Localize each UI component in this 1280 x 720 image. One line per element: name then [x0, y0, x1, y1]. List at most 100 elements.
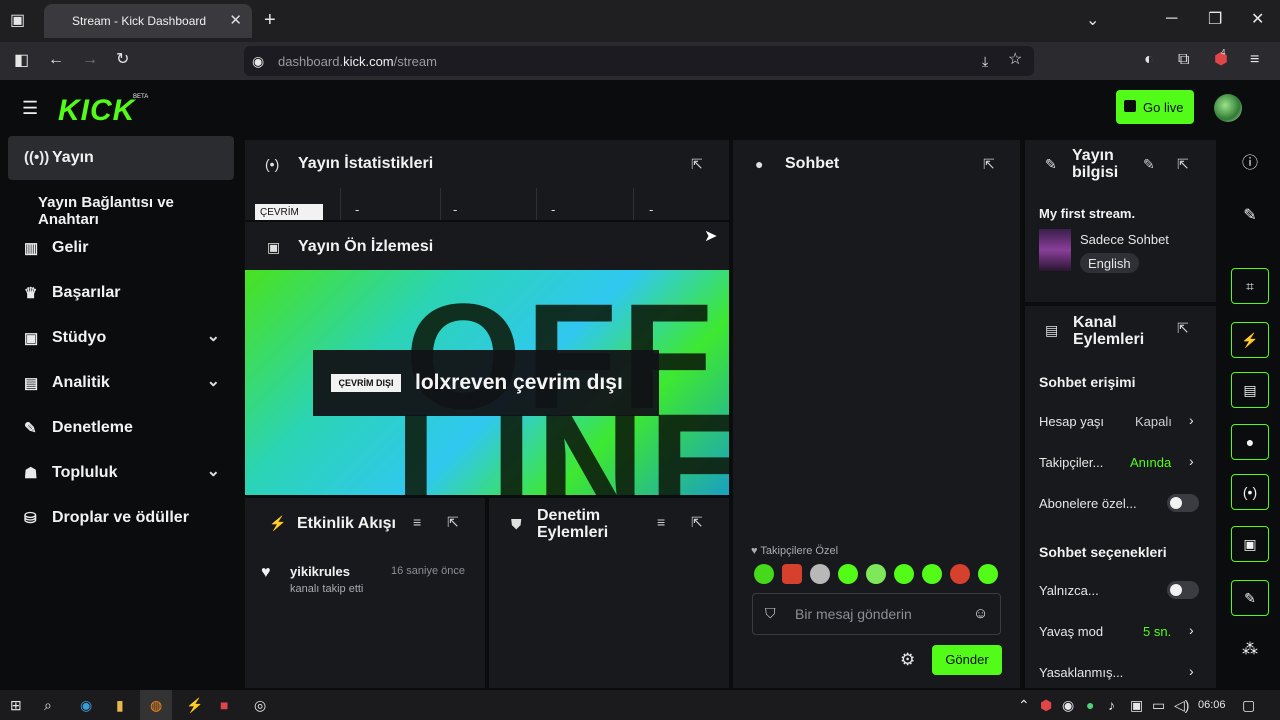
- popout-icon[interactable]: ⇱: [983, 156, 995, 173]
- layout-icon[interactable]: ⁂: [1231, 632, 1269, 668]
- file-icon[interactable]: ▮: [116, 697, 124, 714]
- volume-icon[interactable]: ◁): [1174, 697, 1189, 714]
- tab-list-chevron-icon[interactable]: ⌄: [1086, 13, 1099, 29]
- menu-icon[interactable]: ≡: [1250, 52, 1259, 68]
- edit-pencil-icon[interactable]: ✎: [1143, 156, 1155, 173]
- sidebar-item-community[interactable]: ☗ Topluluk ⌄: [8, 451, 234, 495]
- only-toggle[interactable]: [1167, 581, 1199, 599]
- steam-icon[interactable]: ◉: [1062, 697, 1074, 714]
- tray-chevron-up-icon[interactable]: ⌃: [1018, 697, 1030, 714]
- banned-label[interactable]: Yasaklanmış...: [1039, 665, 1123, 680]
- account-age-label[interactable]: Hesap yaşı: [1039, 414, 1104, 429]
- chevron-right-icon[interactable]: ›: [1189, 453, 1194, 469]
- sidebar-item-analytics[interactable]: ▤ Analitik ⌄: [8, 361, 234, 405]
- go-live-button[interactable]: Go live: [1116, 90, 1194, 124]
- new-tab-icon[interactable]: +: [264, 10, 276, 30]
- category-thumbnail[interactable]: [1039, 229, 1071, 271]
- extensions-icon[interactable]: ⧉: [1178, 52, 1189, 68]
- subs-only-toggle[interactable]: [1167, 494, 1199, 512]
- slow-mode-label[interactable]: Yavaş mod: [1039, 624, 1103, 639]
- sidebar-item-achievements[interactable]: ♛ Başarılar: [8, 271, 234, 315]
- chat-message-input[interactable]: ⛉ Bir mesaj gönderin ☺: [752, 593, 1001, 635]
- kick-logo[interactable]: KICK: [58, 94, 135, 128]
- back-icon[interactable]: ←: [48, 52, 64, 68]
- reload-icon[interactable]: ↻: [116, 52, 129, 68]
- sidebar-item-stream[interactable]: ((•)) Yayın: [8, 136, 234, 180]
- emote-icon[interactable]: [782, 564, 802, 584]
- download-icon[interactable]: ⤓: [982, 53, 988, 69]
- popout-icon[interactable]: ⇱: [691, 156, 703, 173]
- filter-icon[interactable]: ≡: [413, 514, 421, 530]
- notes-icon[interactable]: ▤: [1231, 372, 1269, 408]
- emote-icon[interactable]: [810, 564, 830, 584]
- sidebar-item-studio[interactable]: ▣ Stüdyo ⌄: [8, 316, 234, 360]
- sidebar-item-drops[interactable]: ⛁ Droplar ve ödüller: [8, 496, 234, 540]
- profile-icon[interactable]: ◐: [1144, 52, 1154, 68]
- bookmark-star-icon[interactable]: ☆: [1008, 52, 1022, 68]
- tray-green-icon[interactable]: ●: [1086, 697, 1094, 713]
- browser-tab[interactable]: Stream - Kick Dashboard ✕: [44, 4, 252, 38]
- emote-icon[interactable]: [838, 564, 858, 584]
- chat-settings-gear-icon[interactable]: ⚙: [900, 650, 915, 670]
- emote-icon[interactable]: [866, 564, 886, 584]
- chat-bubble-icon[interactable]: ●: [1231, 424, 1269, 460]
- popout-icon[interactable]: ⇱: [447, 514, 459, 531]
- maximize-icon[interactable]: ❐: [1208, 12, 1222, 28]
- minimize-icon[interactable]: ─: [1166, 11, 1177, 27]
- chrome-icon[interactable]: ◉: [80, 697, 92, 714]
- info-icon[interactable]: ⓘ: [1231, 146, 1269, 182]
- chevron-right-icon[interactable]: ›: [1189, 622, 1194, 638]
- broadcast-icon[interactable]: (•): [1231, 474, 1269, 510]
- lightning-icon[interactable]: ⚡: [1231, 322, 1269, 358]
- network-icon[interactable]: ▭: [1152, 697, 1165, 714]
- search-icon[interactable]: ⌕: [44, 697, 52, 714]
- windows-start-icon[interactable]: ⊞: [10, 697, 22, 714]
- obs-icon[interactable]: ◎: [254, 697, 266, 714]
- emote-icon[interactable]: [978, 564, 998, 584]
- chevron-right-icon[interactable]: ›: [1189, 663, 1194, 679]
- url-bar[interactable]: ◉ dashboard.kick.com/stream ⤓ ☆: [244, 46, 1034, 76]
- emote-icon[interactable]: [754, 564, 774, 584]
- sidebar-item-revenue[interactable]: ▥ Gelir: [8, 226, 234, 270]
- followers-label[interactable]: Takipçiler...: [1039, 455, 1103, 470]
- filter-icon[interactable]: ≡: [657, 514, 665, 530]
- category-name[interactable]: Sadece Sohbet: [1080, 232, 1169, 247]
- channel-icon[interactable]: ▣: [1231, 526, 1269, 562]
- followers-only-label: ♥ Takipçilere Özel: [751, 545, 839, 557]
- emote-icon[interactable]: [922, 564, 942, 584]
- microphone-icon[interactable]: ♪: [1108, 697, 1115, 713]
- send-button[interactable]: Gönder: [932, 645, 1002, 675]
- wrench-icon[interactable]: ✎: [1231, 580, 1269, 616]
- popout-icon[interactable]: ⇱: [691, 514, 703, 531]
- chevron-right-icon[interactable]: ›: [1189, 412, 1194, 428]
- emote-icon[interactable]: [894, 564, 914, 584]
- record-app-icon[interactable]: ■: [220, 697, 228, 713]
- tab-manager-icon[interactable]: ▣: [10, 13, 25, 29]
- popout-icon[interactable]: ⇱: [1177, 320, 1189, 337]
- edit-pencil-icon[interactable]: ✎: [1231, 198, 1269, 234]
- site-info-icon[interactable]: ◉: [252, 53, 264, 69]
- firefox-icon[interactable]: ◍: [150, 697, 162, 714]
- window-close-icon[interactable]: ✕: [1251, 12, 1264, 28]
- user-avatar[interactable]: [1214, 94, 1242, 122]
- emoji-icon[interactable]: ☺: [973, 605, 988, 622]
- popout-icon[interactable]: ⇱: [1177, 156, 1189, 173]
- tray-app-icon[interactable]: ⬢: [1040, 697, 1052, 714]
- emote-icon[interactable]: [950, 564, 970, 584]
- forward-icon[interactable]: →: [82, 52, 98, 68]
- tab-close-icon[interactable]: ✕: [229, 11, 242, 29]
- activity-user[interactable]: yikikrules: [290, 564, 350, 579]
- sidebar-item-moderation[interactable]: ✎ Denetleme: [8, 406, 234, 450]
- stream-title: My first stream.: [1039, 206, 1136, 221]
- sidebar-item-stream-key[interactable]: Yayın Bağlantısı ve Anahtarı: [8, 181, 234, 228]
- list-item: ♥ yikikrules 16 saniye önce kanalı takip…: [245, 558, 485, 608]
- hamburger-menu-icon[interactable]: ☰: [22, 98, 38, 119]
- sidebar-toggle-icon[interactable]: ◧: [14, 53, 29, 69]
- app-icon[interactable]: ⚡: [186, 697, 203, 714]
- channel-actions-title-1: Kanal: [1073, 314, 1117, 331]
- screenshot-icon[interactable]: ⌗: [1231, 268, 1269, 304]
- clock-time[interactable]: 06:06: [1198, 699, 1226, 711]
- sidebar-item-label: Droplar ve ödüller: [52, 509, 189, 526]
- tray-box-icon[interactable]: ▣: [1130, 697, 1143, 714]
- notification-icon[interactable]: ▢: [1242, 697, 1255, 714]
